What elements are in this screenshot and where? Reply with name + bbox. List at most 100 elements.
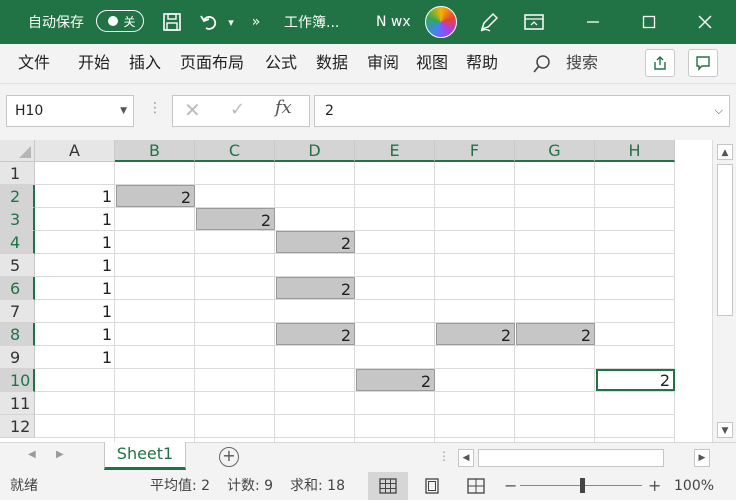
- column-header-e[interactable]: E: [355, 140, 435, 162]
- row-header-11[interactable]: 11: [0, 392, 35, 415]
- search-label[interactable]: 搜索: [566, 44, 598, 82]
- row-header-8[interactable]: 8: [0, 323, 35, 346]
- status-count[interactable]: 计数: 9: [227, 472, 273, 500]
- scroll-left-icon[interactable]: ◀: [458, 449, 474, 467]
- user-name[interactable]: N wx: [376, 0, 411, 44]
- cell-a4[interactable]: 1: [36, 231, 115, 253]
- column-header-b[interactable]: B: [115, 140, 195, 162]
- horizontal-scroll-thumb[interactable]: [478, 449, 664, 467]
- more-commands-button[interactable]: »: [248, 0, 264, 44]
- cell-a2[interactable]: 1: [36, 185, 115, 207]
- avatar[interactable]: [425, 6, 457, 38]
- cell-b2[interactable]: 2: [116, 185, 195, 207]
- zoom-out-button[interactable]: −: [504, 472, 517, 500]
- save-icon[interactable]: [160, 0, 184, 44]
- column-header-g[interactable]: G: [515, 140, 595, 162]
- vertical-scrollbar[interactable]: ▲ ▼: [712, 140, 736, 442]
- cell-f8[interactable]: 2: [436, 323, 515, 345]
- column-header-d[interactable]: D: [275, 140, 355, 162]
- select-all-button[interactable]: [0, 140, 35, 162]
- cell-d6[interactable]: 2: [276, 277, 355, 299]
- name-box[interactable]: H10 ▼: [6, 95, 134, 127]
- menu-bar: 文件 开始 插入 页面布局 公式 数据 审阅 视图 帮助 搜索: [0, 44, 736, 84]
- menu-item-formulas[interactable]: 公式: [265, 44, 297, 82]
- page-layout-view-button[interactable]: [412, 472, 452, 500]
- menu-item-view[interactable]: 视图: [416, 44, 448, 82]
- search-icon[interactable]: [532, 54, 552, 74]
- cell-h10[interactable]: 2: [596, 369, 675, 391]
- pen-icon[interactable]: [476, 0, 502, 44]
- zoom-slider-thumb[interactable]: [580, 478, 585, 493]
- spreadsheet-grid[interactable]: A B C D E F G H 1 2 3 4 5 6 7 8 9 10 11 12 1 1 1 1 1 1 1 1 2 2 2 2 2 2 2 2 2: [0, 140, 736, 442]
- status-sum[interactable]: 求和: 18: [290, 472, 345, 500]
- row-header-10[interactable]: 10: [0, 369, 35, 392]
- row-header-7[interactable]: 7: [0, 300, 35, 323]
- column-header-a[interactable]: A: [35, 140, 115, 162]
- undo-icon[interactable]: [196, 0, 222, 44]
- add-sheet-button[interactable]: +: [219, 447, 239, 467]
- cell-e10[interactable]: 2: [356, 369, 435, 391]
- sheet-tab-sheet1[interactable]: Sheet1: [104, 442, 186, 470]
- scroll-up-icon[interactable]: ▲: [717, 144, 733, 160]
- row-header-2[interactable]: 2: [0, 185, 35, 208]
- close-icon[interactable]: [690, 0, 720, 44]
- row-header-1[interactable]: 1: [0, 162, 35, 185]
- cell-a6[interactable]: 1: [36, 277, 115, 299]
- next-sheet-icon[interactable]: ▶: [56, 449, 64, 460]
- column-header-h[interactable]: H: [595, 140, 675, 162]
- name-box-dropdown-icon[interactable]: ▼: [120, 96, 127, 126]
- cell-d8[interactable]: 2: [276, 323, 355, 345]
- cell-a9[interactable]: 1: [36, 346, 115, 368]
- grid-line: [35, 207, 674, 208]
- row-header-9[interactable]: 9: [0, 346, 35, 369]
- cell-g8[interactable]: 2: [516, 323, 595, 345]
- cell-a5[interactable]: 1: [36, 254, 115, 276]
- menu-item-file[interactable]: 文件: [18, 44, 50, 82]
- grid-line: [35, 345, 674, 346]
- select-all-icon: [19, 146, 31, 158]
- menu-item-review[interactable]: 审阅: [367, 44, 399, 82]
- undo-dropdown-icon[interactable]: ▾: [224, 0, 238, 44]
- comments-button[interactable]: [688, 49, 718, 77]
- share-button[interactable]: [645, 49, 675, 77]
- row-header-12[interactable]: 12: [0, 415, 35, 438]
- column-header-f[interactable]: F: [435, 140, 515, 162]
- tab-split-handle-icon[interactable]: ⋮: [438, 449, 450, 463]
- menu-item-page-layout[interactable]: 页面布局: [180, 44, 244, 82]
- insert-function-button[interactable]: fx: [275, 97, 292, 118]
- normal-view-button[interactable]: [368, 472, 408, 500]
- formula-input[interactable]: 2 ⌵: [314, 95, 730, 127]
- page-break-view-button[interactable]: [456, 472, 496, 500]
- horizontal-scrollbar[interactable]: ◀ ▶: [456, 447, 712, 469]
- scroll-down-icon[interactable]: ▼: [717, 422, 733, 438]
- prev-sheet-icon[interactable]: ◀: [28, 449, 36, 460]
- row-header-4[interactable]: 4: [0, 231, 35, 254]
- row-header-3[interactable]: 3: [0, 208, 35, 231]
- cell-a8[interactable]: 1: [36, 323, 115, 345]
- maximize-icon[interactable]: [634, 0, 664, 44]
- status-average[interactable]: 平均值: 2: [150, 472, 210, 500]
- scroll-right-icon[interactable]: ▶: [694, 449, 710, 467]
- cell-a3[interactable]: 1: [36, 208, 115, 230]
- zoom-level[interactable]: 100%: [674, 472, 714, 500]
- cell-d4[interactable]: 2: [276, 231, 355, 253]
- menu-item-help[interactable]: 帮助: [466, 44, 498, 82]
- vertical-scroll-thumb[interactable]: [717, 164, 733, 316]
- cell-a7[interactable]: 1: [36, 300, 115, 322]
- zoom-in-button[interactable]: +: [648, 472, 661, 500]
- cancel-icon[interactable]: ✕: [184, 98, 201, 122]
- autosave-toggle[interactable]: 关: [96, 10, 144, 32]
- row-header-6[interactable]: 6: [0, 277, 35, 300]
- enter-icon[interactable]: ✓: [230, 99, 245, 120]
- row-header-5[interactable]: 5: [0, 254, 35, 277]
- status-bar: 就绪 平均值: 2 计数: 9 求和: 18 − + 100%: [0, 472, 736, 500]
- menu-item-home[interactable]: 开始: [78, 44, 110, 82]
- column-header-c[interactable]: C: [195, 140, 275, 162]
- expand-formula-bar-icon[interactable]: ⌵: [715, 96, 723, 126]
- menu-item-data[interactable]: 数据: [316, 44, 348, 82]
- menu-item-insert[interactable]: 插入: [129, 44, 161, 82]
- ribbon-display-icon[interactable]: [520, 0, 548, 44]
- document-title[interactable]: 工作簿...: [284, 0, 339, 44]
- cell-c3[interactable]: 2: [196, 208, 275, 230]
- minimize-icon[interactable]: [578, 0, 608, 44]
